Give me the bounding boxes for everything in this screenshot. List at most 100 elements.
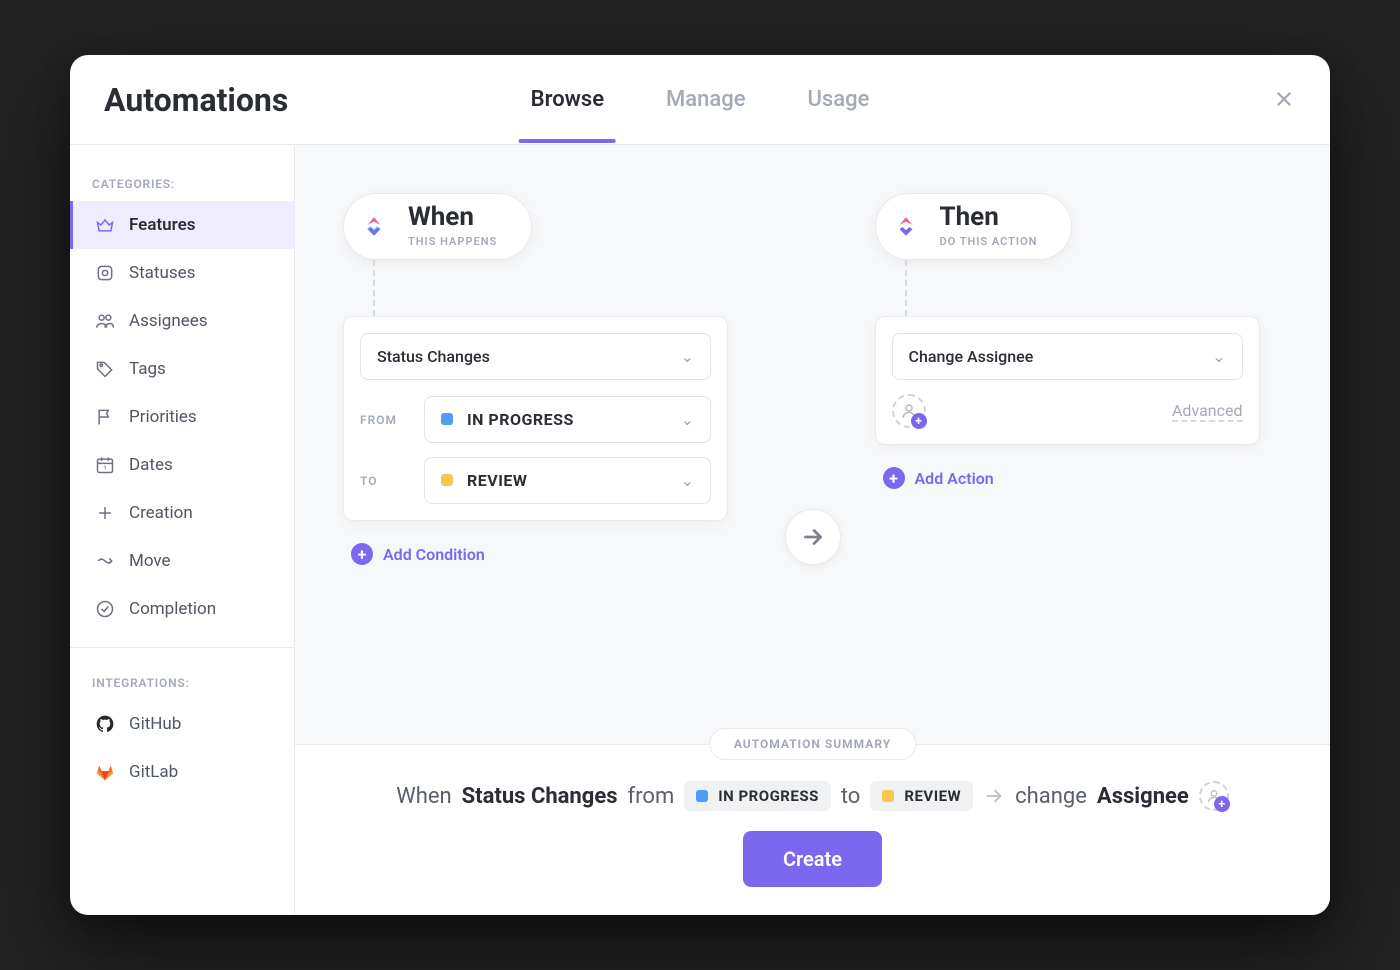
chevron-down-icon: ⌄ bbox=[1212, 347, 1225, 366]
from-status-select[interactable]: IN PROGRESS ⌄ bbox=[424, 396, 711, 443]
gitlab-icon bbox=[95, 762, 115, 782]
chevron-down-icon: ⌄ bbox=[681, 471, 694, 490]
sidebar-item-label: Completion bbox=[129, 599, 216, 619]
trigger-card: Status Changes ⌄ FROM IN PROGRESS ⌄ bbox=[343, 316, 728, 521]
summary-to-chip: REVIEW bbox=[870, 781, 973, 811]
modal-header: Automations Browse Manage Usage bbox=[70, 55, 1330, 145]
tag-icon bbox=[95, 359, 115, 379]
sidebar-item-label: GitLab bbox=[129, 762, 178, 782]
from-row: FROM IN PROGRESS ⌄ bbox=[360, 396, 711, 443]
sidebar-item-label: GitHub bbox=[129, 714, 181, 734]
move-icon bbox=[95, 551, 115, 571]
automations-modal: Automations Browse Manage Usage CATEGORI… bbox=[70, 55, 1330, 915]
action-card: Change Assignee ⌄ + Advanced bbox=[875, 316, 1260, 445]
plus-icon: + bbox=[351, 543, 373, 565]
summary-badge: AUTOMATION SUMMARY bbox=[709, 728, 916, 760]
trigger-select-value: Status Changes bbox=[377, 347, 490, 366]
then-header-pill: Then DO THIS ACTION bbox=[875, 193, 1073, 260]
people-icon bbox=[95, 311, 115, 331]
to-status-select[interactable]: REVIEW ⌄ bbox=[424, 457, 711, 504]
tab-usage[interactable]: Usage bbox=[804, 57, 874, 142]
sidebar-item-label: Assignees bbox=[129, 311, 208, 331]
calendar-icon: 1 bbox=[95, 455, 115, 475]
when-subtitle: THIS HAPPENS bbox=[408, 235, 497, 248]
add-condition-button[interactable]: + Add Condition bbox=[351, 543, 485, 565]
arrow-right-icon bbox=[983, 785, 1005, 807]
sidebar-item-dates[interactable]: 1 Dates bbox=[70, 441, 294, 489]
then-column: Then DO THIS ACTION Change Assignee ⌄ bbox=[875, 193, 1283, 489]
clickup-logo-icon bbox=[354, 207, 394, 247]
flow-arrow bbox=[781, 509, 845, 565]
modal-title: Automations bbox=[70, 81, 340, 119]
tab-browse[interactable]: Browse bbox=[527, 57, 608, 142]
sidebar-item-label: Creation bbox=[129, 503, 193, 523]
sidebar-item-gitlab[interactable]: GitLab bbox=[70, 748, 294, 796]
trigger-select[interactable]: Status Changes ⌄ bbox=[360, 333, 711, 380]
then-subtitle: DO THIS ACTION bbox=[940, 235, 1038, 248]
arrow-right-icon bbox=[800, 524, 826, 550]
clickup-logo-icon bbox=[886, 207, 926, 247]
to-row: TO REVIEW ⌄ bbox=[360, 457, 711, 504]
add-condition-label: Add Condition bbox=[383, 545, 485, 564]
close-icon bbox=[1273, 88, 1295, 110]
close-button[interactable] bbox=[1268, 83, 1300, 115]
status-icon bbox=[95, 263, 115, 283]
sidebar-item-label: Dates bbox=[129, 455, 173, 475]
modal-body: CATEGORIES: Features Statuses Assignees … bbox=[70, 145, 1330, 915]
plus-badge-icon: + bbox=[911, 413, 927, 429]
header-tabs: Browse Manage Usage bbox=[527, 57, 874, 142]
sidebar-divider bbox=[70, 647, 294, 648]
when-title: When bbox=[408, 204, 497, 230]
automation-builder: When THIS HAPPENS Status Changes ⌄ FROM bbox=[295, 145, 1330, 744]
to-label: TO bbox=[360, 474, 410, 488]
automation-canvas: When THIS HAPPENS Status Changes ⌄ FROM bbox=[295, 145, 1330, 915]
sidebar-categories-heading: CATEGORIES: bbox=[70, 163, 294, 201]
action-options-row: + Advanced bbox=[892, 394, 1243, 428]
check-circle-icon bbox=[95, 599, 115, 619]
crown-icon bbox=[95, 215, 115, 235]
sidebar-item-github[interactable]: GitHub bbox=[70, 700, 294, 748]
svg-text:1: 1 bbox=[103, 464, 107, 472]
action-select[interactable]: Change Assignee ⌄ bbox=[892, 333, 1243, 380]
flag-icon bbox=[95, 407, 115, 427]
github-icon bbox=[95, 714, 115, 734]
from-status-value: IN PROGRESS bbox=[441, 410, 574, 429]
sidebar-item-label: Move bbox=[129, 551, 171, 571]
then-title: Then bbox=[940, 204, 1038, 230]
when-header-pill: When THIS HAPPENS bbox=[343, 193, 532, 260]
connector-line bbox=[373, 260, 375, 316]
tab-manage[interactable]: Manage bbox=[662, 57, 749, 142]
add-assignee-button[interactable]: + bbox=[892, 394, 926, 428]
action-select-value: Change Assignee bbox=[909, 347, 1034, 366]
plus-icon: + bbox=[883, 467, 905, 489]
to-status-value: REVIEW bbox=[441, 471, 527, 490]
status-color-dot bbox=[441, 413, 453, 425]
sidebar-item-creation[interactable]: Creation bbox=[70, 489, 294, 537]
plus-badge-icon: + bbox=[1214, 796, 1230, 812]
sidebar-item-priorities[interactable]: Priorities bbox=[70, 393, 294, 441]
sidebar-item-statuses[interactable]: Statuses bbox=[70, 249, 294, 297]
sidebar-item-tags[interactable]: Tags bbox=[70, 345, 294, 393]
sidebar-item-features[interactable]: Features bbox=[70, 201, 294, 249]
sidebar-item-completion[interactable]: Completion bbox=[70, 585, 294, 633]
sidebar: CATEGORIES: Features Statuses Assignees … bbox=[70, 145, 295, 915]
sidebar-integrations-heading: INTEGRATIONS: bbox=[70, 662, 294, 700]
sidebar-item-label: Tags bbox=[129, 359, 166, 379]
add-action-button[interactable]: + Add Action bbox=[883, 467, 994, 489]
connector-line bbox=[905, 260, 907, 316]
automation-summary: AUTOMATION SUMMARY When Status Changes f… bbox=[295, 744, 1330, 915]
advanced-link[interactable]: Advanced bbox=[1172, 401, 1243, 422]
when-column: When THIS HAPPENS Status Changes ⌄ FROM bbox=[343, 193, 751, 565]
sidebar-item-label: Statuses bbox=[129, 263, 195, 283]
sidebar-item-label: Features bbox=[129, 215, 196, 235]
sidebar-item-move[interactable]: Move bbox=[70, 537, 294, 585]
sidebar-item-assignees[interactable]: Assignees bbox=[70, 297, 294, 345]
chevron-down-icon: ⌄ bbox=[681, 347, 694, 366]
summary-sentence: When Status Changes from IN PROGRESS to … bbox=[396, 781, 1229, 811]
summary-assignee-icon[interactable]: + bbox=[1199, 781, 1229, 811]
arrow-circle bbox=[785, 509, 841, 565]
chevron-down-icon: ⌄ bbox=[681, 410, 694, 429]
plus-icon bbox=[95, 503, 115, 523]
from-label: FROM bbox=[360, 413, 410, 427]
create-button[interactable]: Create bbox=[743, 831, 882, 887]
